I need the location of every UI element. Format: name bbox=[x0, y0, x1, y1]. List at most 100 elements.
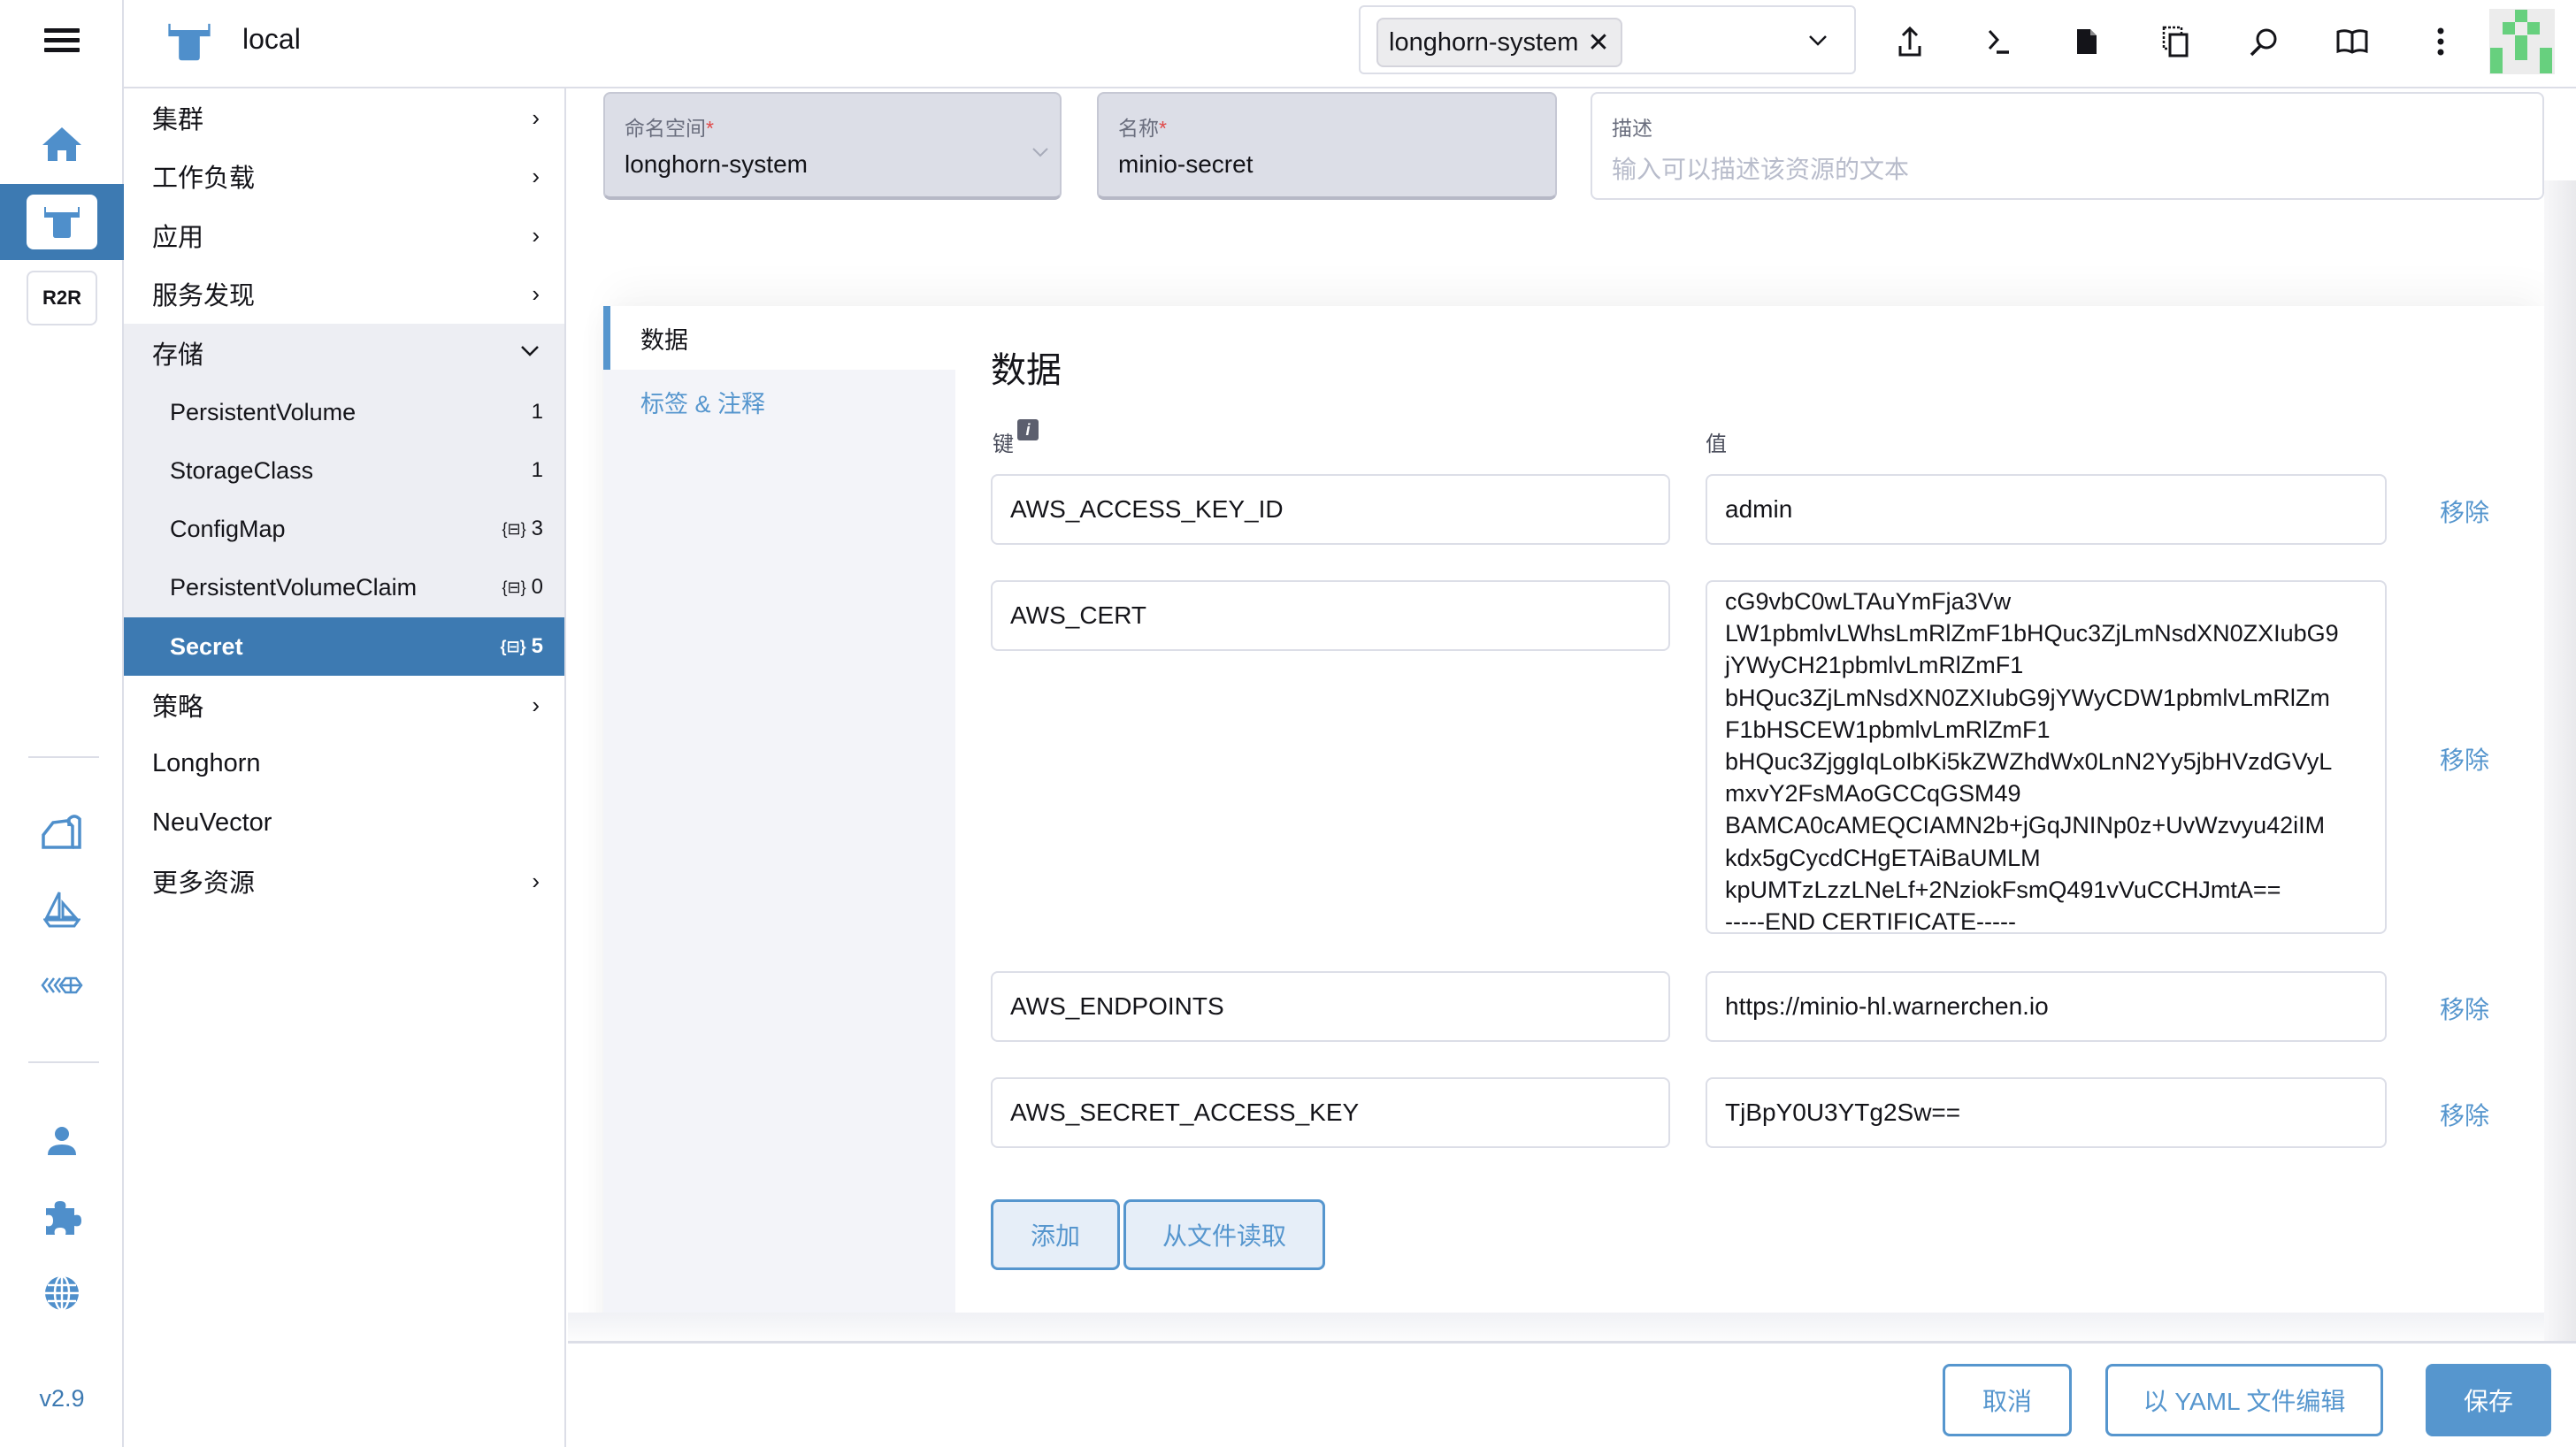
user-avatar[interactable] bbox=[2489, 9, 2555, 74]
nav-item-label: Secret bbox=[170, 632, 243, 660]
resource-count: {⊟} 3 bbox=[502, 517, 543, 541]
namespace-chip-label: longhorn-system bbox=[1389, 27, 1579, 57]
description-label: 描述 bbox=[1612, 117, 1652, 140]
namespace-select[interactable]: 命名空间* longhorn-system bbox=[603, 92, 1062, 200]
cluster-name: local bbox=[242, 23, 301, 55]
value-column-header: 值 bbox=[1706, 433, 1727, 456]
remove-button[interactable]: 移除 bbox=[2440, 741, 2489, 777]
home-icon[interactable] bbox=[41, 126, 83, 163]
nav-item-label: 集群 bbox=[152, 106, 204, 134]
nav-item-storage[interactable]: 存储 bbox=[124, 324, 564, 382]
description-placeholder: 输入可以描述该资源的文本 bbox=[1612, 156, 1910, 183]
add-button[interactable]: 添加 bbox=[991, 1199, 1120, 1270]
remove-button[interactable]: 移除 bbox=[2440, 1097, 2489, 1132]
chevron-right-icon: › bbox=[532, 692, 540, 718]
nav-item-persistentvolumeclaim[interactable]: PersistentVolumeClaim {⊟} 0 bbox=[124, 558, 564, 616]
nav-item-apps[interactable]: 应用 › bbox=[124, 206, 564, 264]
tab-labels-annotations[interactable]: 标签 & 注释 bbox=[603, 370, 955, 433]
chevron-down-icon bbox=[1031, 140, 1049, 163]
rail-divider bbox=[28, 756, 99, 758]
description-field[interactable]: 描述 输入可以描述该资源的文本 bbox=[1591, 92, 2544, 200]
key-input[interactable]: AWS_SECRET_ACCESS_KEY bbox=[991, 1077, 1670, 1148]
remove-button[interactable]: 移除 bbox=[2440, 494, 2489, 529]
tab-data[interactable]: 数据 bbox=[603, 306, 955, 370]
value-textarea[interactable]: cG9vbC0wLTAuYmFja3Vw LW1pbmlvLWhsLmRlZmF… bbox=[1706, 580, 2387, 934]
nav-item-label: 存储 bbox=[152, 341, 204, 370]
kebab-menu-icon[interactable] bbox=[2419, 19, 2463, 64]
nav-item-more-resources[interactable]: 更多资源 › bbox=[124, 852, 564, 910]
resource-count: 1 bbox=[532, 400, 543, 425]
neuvector-icon[interactable] bbox=[39, 966, 85, 1005]
value-input[interactable]: admin bbox=[1706, 474, 2387, 545]
edit-as-yaml-button[interactable]: 以 YAML 文件编辑 bbox=[2105, 1364, 2383, 1436]
info-icon[interactable]: i bbox=[1017, 419, 1039, 440]
nav-item-storageclass[interactable]: StorageClass 1 bbox=[124, 441, 564, 500]
nav-item-service-discovery[interactable]: 服务发现 › bbox=[124, 264, 564, 323]
chevron-right-icon: › bbox=[532, 163, 540, 189]
name-value: minio-secret bbox=[1118, 150, 1254, 178]
namespaced-icon: {⊟} bbox=[502, 519, 526, 538]
book-icon[interactable] bbox=[2330, 19, 2374, 64]
close-icon[interactable]: ✕ bbox=[1587, 27, 1609, 58]
chevron-down-icon[interactable] bbox=[1808, 28, 1828, 53]
vertical-tabs: 数据 标签 & 注释 bbox=[603, 306, 955, 1313]
sailboat-icon[interactable] bbox=[39, 890, 85, 929]
menu-hamburger-icon[interactable] bbox=[44, 28, 80, 53]
file-icon[interactable] bbox=[2065, 19, 2109, 64]
scrollbar-gutter bbox=[2544, 180, 2576, 1341]
nav-item-neuvector[interactable]: NeuVector bbox=[124, 793, 564, 852]
side-navigation: 集群 › 工作负载 › 应用 › 服务发现 › 存储 PersistentVol… bbox=[124, 88, 566, 1447]
nav-item-persistentvolume[interactable]: PersistentVolume 1 bbox=[124, 383, 564, 441]
puzzle-icon[interactable] bbox=[39, 1198, 85, 1236]
longhorn-barn-icon[interactable] bbox=[39, 812, 85, 851]
resource-count: {⊟} 5 bbox=[501, 634, 543, 659]
nav-item-longhorn[interactable]: Longhorn bbox=[124, 734, 564, 792]
namespaced-icon: {⊟} bbox=[500, 637, 526, 655]
namespaced-icon: {⊟} bbox=[502, 578, 526, 596]
terminal-icon[interactable] bbox=[1976, 19, 2020, 64]
name-label: 名称* bbox=[1118, 117, 1167, 140]
nav-item-label: NeuVector bbox=[152, 808, 272, 837]
data-panel: 数据 键 i 值 AWS_ACCESS_KEY_ID admin 移除 AWS_… bbox=[955, 306, 2553, 1313]
copy-icon[interactable] bbox=[2153, 19, 2197, 64]
read-from-file-button[interactable]: 从文件读取 bbox=[1123, 1199, 1325, 1270]
nav-item-cluster[interactable]: 集群 › bbox=[124, 88, 564, 147]
name-field[interactable]: 名称* minio-secret bbox=[1097, 92, 1557, 200]
top-header: local longhorn-system ✕ bbox=[124, 0, 2576, 88]
rail-item-local-cluster[interactable] bbox=[0, 184, 124, 260]
version-label: v2.9 bbox=[39, 1385, 85, 1412]
key-header-label: 键 bbox=[993, 433, 1014, 456]
nav-item-label: 工作负载 bbox=[152, 165, 256, 193]
key-input[interactable]: AWS_CERT bbox=[991, 580, 1670, 651]
rail-item-r2r-cluster[interactable]: R2R bbox=[27, 271, 97, 325]
upload-icon[interactable] bbox=[1888, 19, 1932, 64]
namespace-chip: longhorn-system ✕ bbox=[1376, 18, 1622, 67]
globe-icon[interactable] bbox=[39, 1274, 85, 1313]
nav-item-policy[interactable]: 策略 › bbox=[124, 676, 564, 734]
count-value: 5 bbox=[531, 634, 543, 658]
count-value: 1 bbox=[531, 400, 543, 424]
remove-button[interactable]: 移除 bbox=[2440, 991, 2489, 1026]
nav-item-label: ConfigMap bbox=[170, 515, 286, 542]
main-content: 命名空间* longhorn-system 名称* minio-secret 描… bbox=[568, 90, 2576, 1447]
namespace-label: 命名空间* bbox=[625, 117, 714, 140]
rail-divider bbox=[28, 1061, 99, 1063]
namespace-filter[interactable]: longhorn-system ✕ bbox=[1359, 5, 1856, 74]
nav-item-workloads[interactable]: 工作负载 › bbox=[124, 147, 564, 205]
footer-fade bbox=[568, 1313, 2576, 1343]
nav-item-configmap[interactable]: ConfigMap {⊟} 3 bbox=[124, 500, 564, 558]
nav-item-label: PersistentVolume bbox=[170, 398, 356, 425]
cancel-button[interactable]: 取消 bbox=[1943, 1364, 2072, 1436]
save-button[interactable]: 保存 bbox=[2426, 1364, 2551, 1436]
count-value: 1 bbox=[531, 458, 543, 482]
user-icon[interactable] bbox=[39, 1122, 85, 1160]
cluster-bull-icon bbox=[27, 195, 97, 249]
key-input[interactable]: AWS_ACCESS_KEY_ID bbox=[991, 474, 1670, 545]
chevron-down-icon bbox=[520, 336, 540, 364]
key-input[interactable]: AWS_ENDPOINTS bbox=[991, 971, 1670, 1042]
value-input[interactable]: TjBpY0U3YTg2Sw== bbox=[1706, 1077, 2387, 1148]
nav-item-label: 更多资源 bbox=[152, 869, 256, 898]
search-icon[interactable] bbox=[2242, 19, 2286, 64]
nav-item-secret[interactable]: Secret {⊟} 5 bbox=[124, 617, 564, 676]
value-input[interactable]: https://minio-hl.warnerchen.io bbox=[1706, 971, 2387, 1042]
